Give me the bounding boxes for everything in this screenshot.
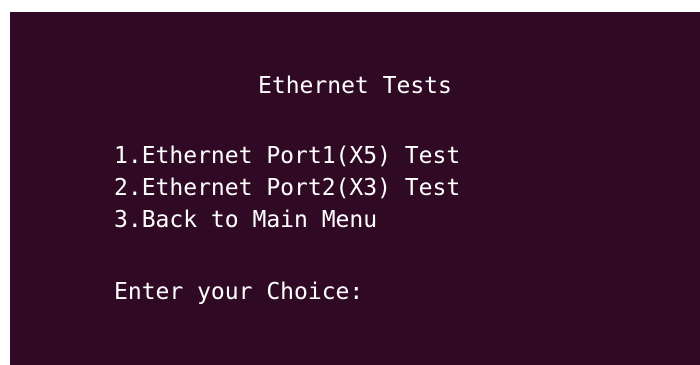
menu-item-back-to-main-menu: 3.Back to Main Menu [114, 207, 378, 233]
menu-item-ethernet-port1-test: 1.Ethernet Port1(X5) Test [114, 143, 461, 169]
choice-prompt[interactable]: Enter your Choice: [114, 276, 363, 308]
menu-item-ethernet-port2-test: 2.Ethernet Port2(X3) Test [114, 175, 461, 201]
terminal-window[interactable]: Ethernet Tests 1.Ethernet Port1(X5) Test… [10, 12, 700, 365]
menu-title: Ethernet Tests [258, 73, 452, 99]
